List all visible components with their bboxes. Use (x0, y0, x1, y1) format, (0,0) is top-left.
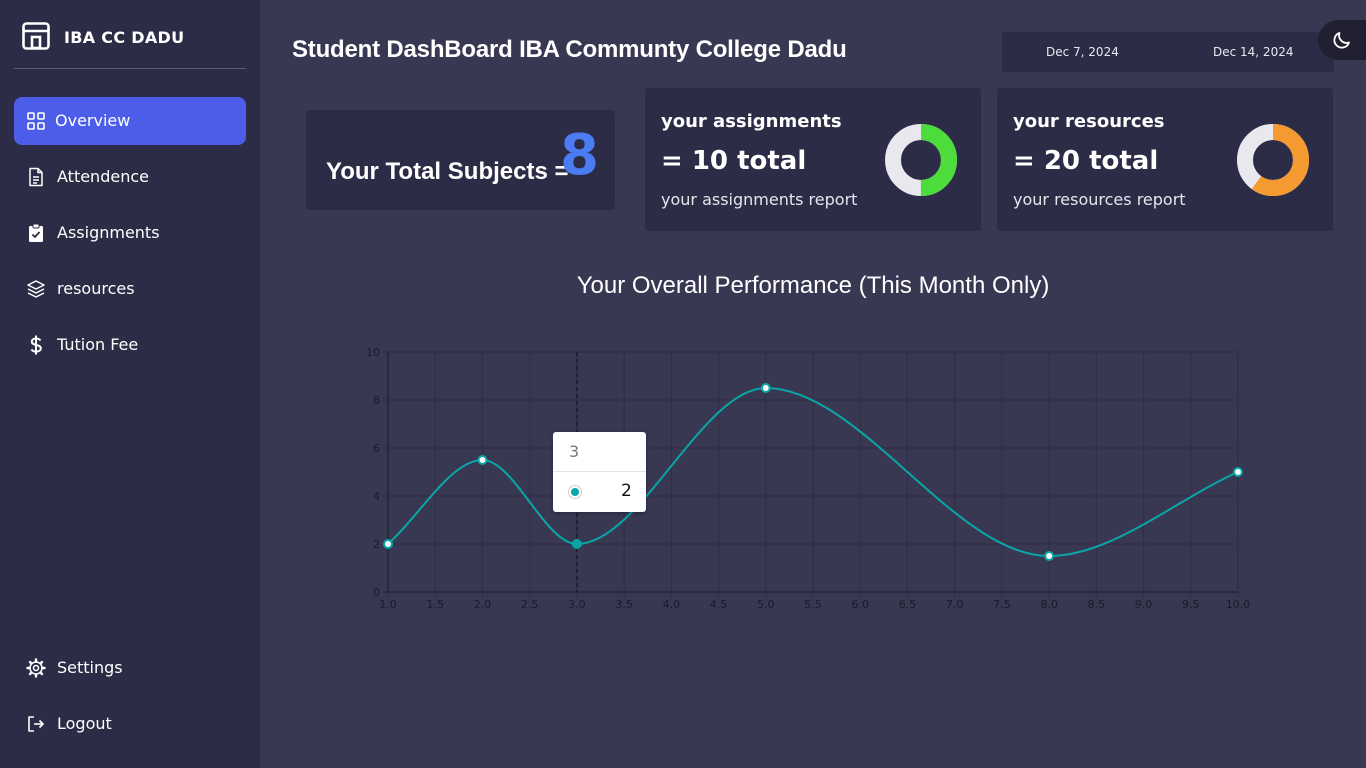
layers-icon (27, 280, 45, 298)
data-point (383, 539, 393, 549)
x-tick-label: 8.0 (1040, 598, 1058, 611)
sidebar-item-attendence[interactable]: Attendence (14, 153, 246, 201)
assignments-card[interactable]: your assignments = 10 total your assignm… (645, 88, 981, 231)
logout-icon (28, 716, 44, 732)
sidebar-item-assignments[interactable]: Assignments (14, 209, 246, 257)
date-range-picker[interactable]: Dec 7, 2024 Dec 14, 2024 (1002, 32, 1334, 72)
assignments-total: = 10 total (661, 146, 807, 176)
sidebar-item-overview[interactable]: Overview (14, 97, 246, 145)
date-range-end[interactable]: Dec 14, 2024 (1213, 45, 1293, 59)
sidebar-item-label: Settings (57, 658, 123, 677)
assignments-donut-chart (885, 124, 957, 196)
total-subjects-card: Your Total Subjects = 8 (306, 110, 615, 210)
x-tick-label: 10.0 (1226, 598, 1251, 611)
x-tick-label: 1.0 (379, 598, 397, 611)
x-tick-label: 5.5 (804, 598, 822, 611)
x-tick-label: 9.0 (1135, 598, 1153, 611)
resources-title: your resources (1013, 111, 1165, 132)
x-tick-label: 1.5 (426, 598, 444, 611)
y-tick-label: 4 (373, 490, 380, 503)
tooltip-x-label: 3 (569, 442, 580, 461)
brand: IBA CC DADU (14, 0, 246, 69)
x-tick-label: 2.5 (521, 598, 539, 611)
data-point (477, 455, 488, 465)
x-tick-label: 3.0 (568, 598, 586, 611)
sidebar-item-label: Assignments (57, 223, 160, 242)
data-point (571, 539, 582, 549)
grid-icon (27, 112, 45, 130)
x-tick-label: 5.0 (757, 598, 775, 611)
chart-title: Your Overall Performance (This Month Onl… (576, 272, 1050, 299)
x-tick-label: 3.5 (615, 598, 633, 611)
document-icon (29, 167, 43, 187)
dollar-icon (30, 335, 42, 355)
date-range-start[interactable]: Dec 7, 2024 (1046, 45, 1119, 59)
sidebar-item-label: resources (57, 279, 135, 298)
x-tick-label: 6.0 (851, 598, 869, 611)
gear-icon (26, 658, 46, 678)
sidebar-item-resources[interactable]: resources (14, 265, 246, 313)
x-tick-label: 2.0 (474, 598, 492, 611)
tooltip-divider (553, 471, 646, 472)
tooltip-series-marker (569, 486, 581, 498)
resources-donut-chart (1237, 124, 1309, 196)
assignments-title: your assignments (661, 111, 842, 132)
sidebar-item-label: Tution Fee (57, 335, 139, 354)
chart-tooltip: 3 2 (553, 432, 646, 512)
sidebar-item-label: Logout (57, 714, 112, 733)
sidebar-item-label: Attendence (57, 167, 149, 186)
x-tick-label: 9.5 (1182, 598, 1200, 611)
total-subjects-value: 8 (560, 123, 599, 188)
x-tick-label: 4.5 (710, 598, 728, 611)
data-point (760, 383, 771, 393)
x-tick-label: 7.5 (993, 598, 1011, 611)
tooltip-value: 2 (621, 481, 632, 501)
store-icon (22, 22, 50, 50)
y-tick-label: 6 (373, 442, 380, 455)
total-subjects-label: Your Total Subjects = (326, 158, 569, 185)
sidebar-item-tution-fee[interactable]: Tution Fee (14, 321, 246, 369)
data-point (1233, 467, 1243, 477)
y-tick-label: 10 (366, 346, 380, 359)
page-title: Student DashBoard IBA Communty College D… (292, 36, 847, 63)
sidebar-item-settings[interactable]: Settings (14, 644, 246, 692)
x-tick-label: 6.5 (899, 598, 917, 611)
clipboard-check-icon (29, 223, 43, 242)
assignments-report-link[interactable]: your assignments report (661, 190, 857, 209)
resources-total: = 20 total (1013, 146, 1159, 176)
y-tick-label: 8 (373, 394, 380, 407)
sidebar-item-label: Overview (55, 111, 131, 130)
x-tick-label: 4.0 (663, 598, 681, 611)
y-tick-label: 0 (373, 586, 380, 599)
resources-report-link[interactable]: your resources report (1013, 190, 1186, 209)
resources-card[interactable]: your resources = 20 total your resources… (997, 88, 1333, 231)
performance-line-chart[interactable]: 1.0 1.5 2.0 2.5 3.0 3.5 4.0 4.5 5.0 5.5 6.0 6.5 7.0 7… (360, 340, 1270, 625)
x-tick-label: 8.5 (1088, 598, 1106, 611)
brand-name: IBA CC DADU (64, 28, 185, 47)
x-tick-label: 7.0 (946, 598, 964, 611)
theme-toggle-button[interactable] (1318, 20, 1366, 60)
y-tick-label: 2 (373, 538, 380, 551)
moon-icon (1333, 32, 1350, 49)
data-point (1044, 551, 1055, 561)
sidebar-item-logout[interactable]: Logout (14, 700, 246, 748)
sidebar: IBA CC DADU Overview Attendence Assignme… (0, 0, 260, 768)
